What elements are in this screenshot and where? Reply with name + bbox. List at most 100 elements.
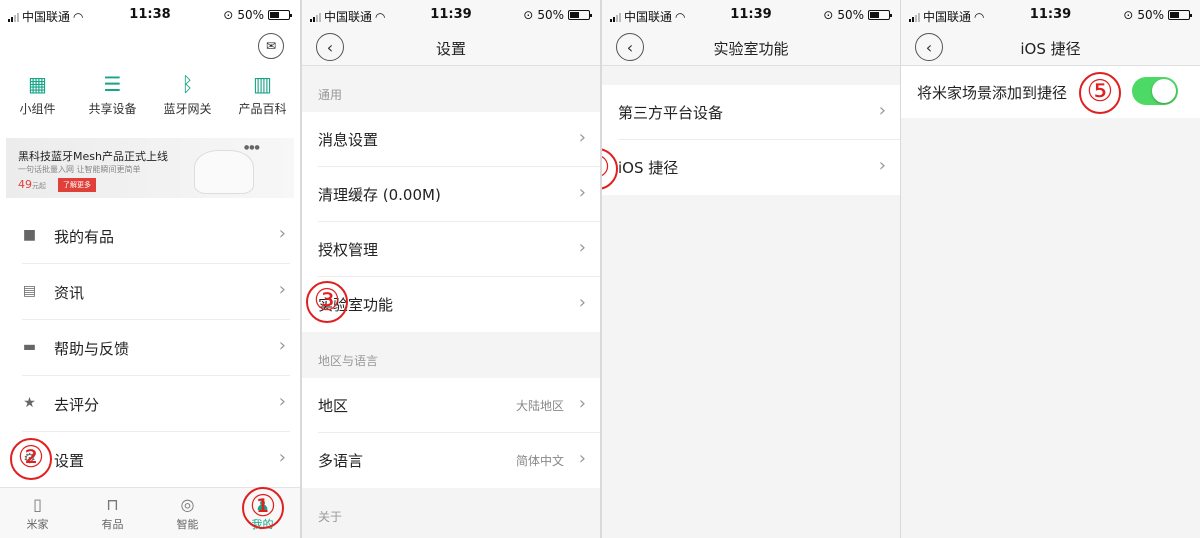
menu-item-label: 我的有品 — [54, 227, 115, 246]
feedback-icon: ▬ — [22, 339, 37, 355]
tab-label: 有品 — [101, 518, 124, 531]
settings-row-notifications[interactable]: 消息设置 › — [302, 112, 600, 167]
star-icon: ★ — [23, 395, 36, 411]
row-label: 将米家场景添加到捷径 — [917, 83, 1068, 102]
quick-action-product-wiki[interactable]: ▥ 产品百科 — [225, 72, 300, 117]
bag-icon: ■ — [22, 227, 37, 243]
menu-item-rate[interactable]: ★ 去评分 › — [0, 376, 300, 432]
step-marker-3: ③ — [306, 281, 348, 323]
page-title: 实验室功能 — [713, 40, 789, 58]
chevron-right-icon: › — [578, 448, 586, 469]
bluetooth-icon: ᛒ — [181, 72, 194, 96]
chevron-right-icon: › — [878, 100, 886, 121]
lab-features-screen: 中国联通 ◠ 11:39 ⊙ 50% ‹ 实验室功能 第三方平台设备 › iOS 捷径… — [602, 0, 900, 538]
settings-row-language[interactable]: 多语言 简体中文 › — [302, 433, 600, 488]
shared-device-icon: ☰ — [103, 72, 122, 96]
menu-item-label: 资讯 — [54, 283, 85, 302]
nav-bar: ‹ iOS 捷径 — [901, 30, 1200, 66]
settings-row-clear-cache[interactable]: 清理缓存 (0.00M) › — [302, 167, 600, 222]
chevron-right-icon: › — [278, 223, 286, 244]
battery-icon — [868, 10, 892, 20]
nav-bar: ‹ 实验室功能 — [602, 30, 900, 66]
menu-item-help-feedback[interactable]: ▬ 帮助与反馈 › — [0, 320, 300, 376]
books-icon: ▥ — [253, 72, 272, 96]
banner-title: 黑科技蓝牙Mesh产品正式上线 — [18, 150, 168, 163]
chevron-right-icon: › — [578, 393, 586, 414]
quick-action-shared-device[interactable]: ☰ 共享设备 — [75, 72, 150, 117]
step-marker-1: ① — [242, 487, 284, 529]
battery-percent: 50% — [1137, 8, 1164, 22]
banner-subtitle: 一句话批量入网 让智能瞬间更简单 — [18, 165, 141, 174]
profile-screen: 中国联通 ◠ 11:38 ⊙ 50% ✉ ▦ 小组件 ☰ 共享设备 ᛒ 蓝牙网关 ▥ 产品百… — [0, 0, 300, 538]
section-header: 关于 — [318, 510, 343, 524]
price-value: 49 — [18, 178, 32, 191]
lab-row-third-party-devices[interactable]: 第三方平台设备 › — [602, 85, 900, 140]
ios-shortcuts-screen: 中国联通 ◠ 11:39 ⊙ 50% ‹ iOS 捷径 将米家场景添加到捷径 ⑤ — [901, 0, 1200, 538]
menu-item-label: 设置 — [54, 451, 85, 470]
quick-action-bluetooth-gateway[interactable]: ᛒ 蓝牙网关 — [150, 72, 225, 117]
status-bar: 中国联通 ◠ 11:39 ⊙ 50% — [602, 0, 900, 30]
menu-item-news[interactable]: ▤ 资讯 › — [0, 264, 300, 320]
row-label: 多语言 — [318, 452, 364, 470]
battery-percent: 50% — [237, 8, 264, 22]
chevron-right-icon: › — [278, 447, 286, 468]
tab-youpin[interactable]: ⊓ 有品 — [75, 488, 150, 538]
step-marker-5: ⑤ — [1079, 72, 1121, 114]
tab-mijia[interactable]: ▯ 米家 — [0, 488, 75, 538]
envelope-icon: ✉ — [265, 39, 277, 53]
price-unit: 元起 — [32, 182, 46, 190]
tab-label: 米家 — [26, 518, 49, 531]
quick-action-label: 产品百科 — [238, 102, 287, 116]
chevron-right-icon: › — [578, 237, 586, 258]
row-value: 大陆地区 — [515, 399, 564, 413]
chevron-right-icon: › — [578, 127, 586, 148]
camera-icon: ◎ — [180, 495, 195, 514]
shortcut-toggle-row: 将米家场景添加到捷径 — [901, 66, 1200, 118]
quick-actions: ▦ 小组件 ☰ 共享设备 ᛒ 蓝牙网关 ▥ 产品百科 — [0, 72, 300, 117]
status-bar: 中国联通 ◠ 11:39 ⊙ 50% — [302, 0, 600, 30]
quick-action-widget[interactable]: ▦ 小组件 — [0, 72, 75, 117]
orientation-lock-icon: ⊙ — [223, 8, 234, 22]
mail-button[interactable]: ✉ — [258, 33, 284, 59]
settings-row-region[interactable]: 地区 大陆地区 › — [302, 378, 600, 433]
banner-price: 49元起 — [18, 178, 46, 191]
lab-row-ios-shortcuts[interactable]: iOS 捷径 › — [602, 140, 900, 195]
quick-action-label: 共享设备 — [88, 102, 137, 116]
menu-item-my-youpin[interactable]: ■ 我的有品 › — [0, 208, 300, 264]
row-label: 地区 — [318, 397, 349, 415]
battery-icon — [268, 10, 292, 20]
status-bar: 中国联通 ◠ 11:38 ⊙ 50% — [0, 0, 300, 30]
battery-icon — [568, 10, 592, 20]
status-bar: 中国联通 ◠ 11:39 ⊙ 50% — [901, 0, 1200, 30]
chevron-right-icon: › — [278, 391, 286, 412]
chevron-right-icon: › — [278, 279, 286, 300]
quick-action-label: 蓝牙网关 — [163, 102, 212, 116]
settings-row-authorization[interactable]: 授权管理 › — [302, 222, 600, 277]
orientation-lock-icon: ⊙ — [1123, 8, 1134, 22]
row-label: 第三方平台设备 — [618, 104, 724, 122]
row-label: iOS 捷径 — [618, 159, 679, 177]
product-image — [194, 150, 254, 194]
page-title: iOS 捷径 — [1020, 40, 1081, 58]
battery-percent: 50% — [837, 8, 864, 22]
tab-smart[interactable]: ◎ 智能 — [150, 488, 225, 538]
nav-bar: ‹ 设置 — [302, 30, 600, 66]
quick-action-label: 小组件 — [19, 102, 56, 116]
settings-screen: 中国联通 ◠ 11:39 ⊙ 50% ‹ 设置 通用 消息设置 › 清理缓存 (0.0… — [302, 0, 600, 538]
menu-item-label: 去评分 — [54, 395, 100, 414]
promo-banner[interactable]: 黑科技蓝牙Mesh产品正式上线 一句话批量入网 让智能瞬间更简单 49元起 了解… — [6, 138, 294, 198]
banner-more-button[interactable]: 了解更多 — [58, 178, 96, 192]
menu-item-label: 帮助与反馈 — [54, 339, 130, 358]
chevron-right-icon: › — [578, 182, 586, 203]
add-to-shortcuts-toggle[interactable] — [1132, 77, 1178, 105]
section-header: 地区与语言 — [318, 354, 379, 368]
chevron-right-icon: › — [278, 335, 286, 356]
battery-icon — [1168, 10, 1192, 20]
widget-icon: ▦ — [28, 72, 47, 96]
battery-percent: 50% — [537, 8, 564, 22]
row-value: 简体中文 — [515, 454, 564, 468]
orientation-lock-icon: ⊙ — [523, 8, 534, 22]
row-label: 清理缓存 (0.00M) — [318, 186, 441, 204]
door-icon: ▯ — [33, 495, 42, 514]
